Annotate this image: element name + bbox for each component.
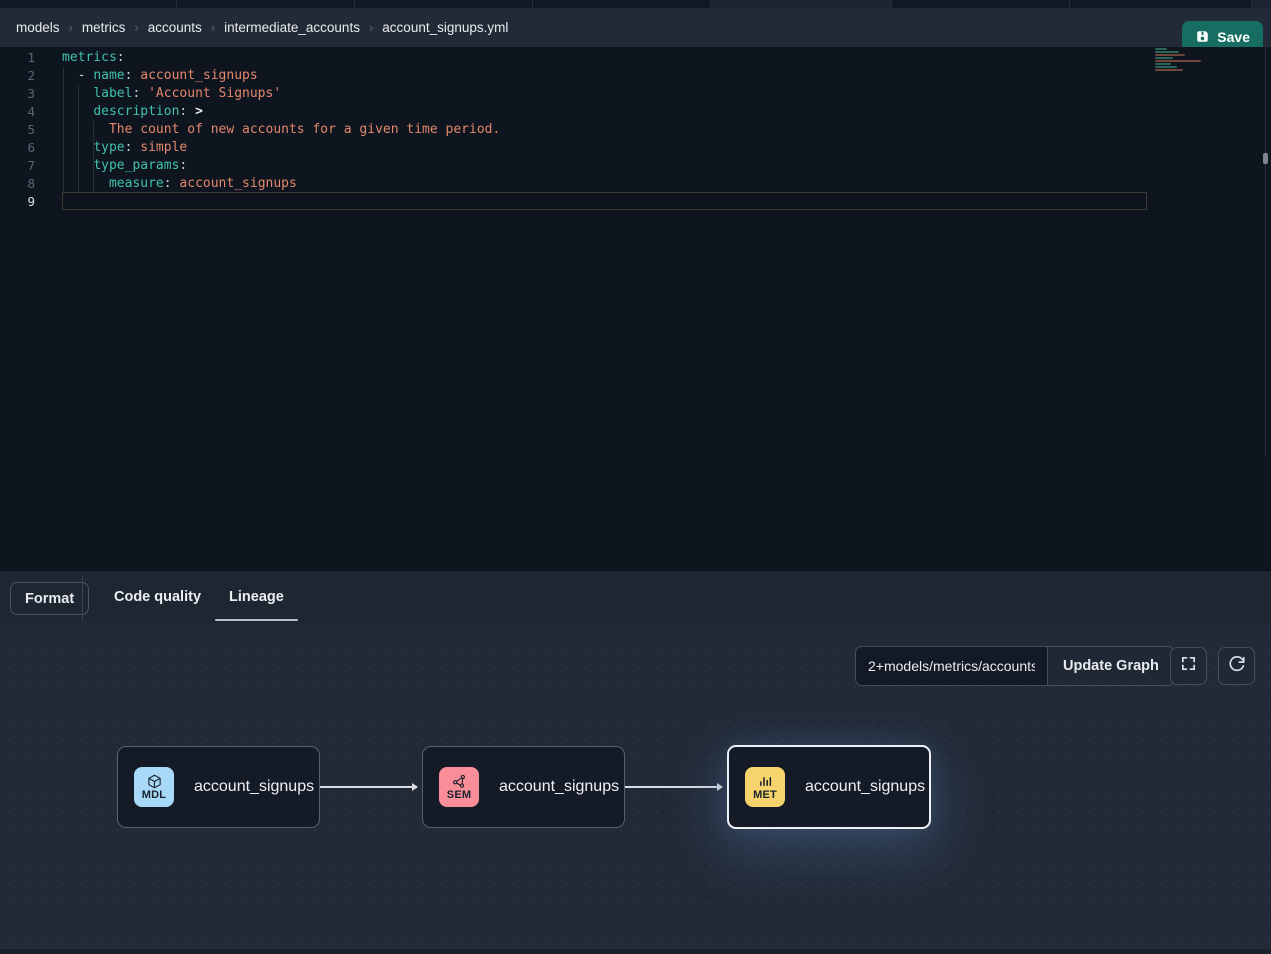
breadcrumb-item[interactable]: intermediate_accounts <box>224 20 360 35</box>
line-number: 6 <box>0 139 35 157</box>
line-number: 4 <box>0 103 35 121</box>
line-number: 3 <box>0 85 35 103</box>
breadcrumb-item[interactable]: accounts <box>148 20 202 35</box>
browser-tab <box>1252 0 1271 8</box>
node-label: account_signups <box>499 778 619 796</box>
code-text: The count of new accounts for a given ti… <box>35 121 500 139</box>
editor-scrollbar[interactable] <box>1265 47 1266 455</box>
code-line[interactable]: 4 description: > <box>0 103 1271 121</box>
format-button[interactable]: Format <box>10 582 89 615</box>
lineage-node-sem[interactable]: SEM account_signups <box>422 746 625 828</box>
browser-tab[interactable] <box>355 0 533 8</box>
browser-tab[interactable] <box>177 0 355 8</box>
save-icon <box>1195 29 1210 44</box>
breadcrumb-separator-icon: › <box>134 20 138 35</box>
line-number: 9 <box>0 193 35 211</box>
metric-chart-icon <box>758 774 773 789</box>
code-line[interactable]: 5 The count of new accounts for a given … <box>0 121 1271 139</box>
breadcrumb-separator-icon: › <box>211 20 215 35</box>
code-line[interactable]: 9 <box>0 193 1271 211</box>
minimap-line <box>1155 60 1201 62</box>
badge-label: SEM <box>447 790 471 801</box>
code-line[interactable]: 2 - name: account_signups <box>0 67 1271 85</box>
minimap-line <box>1155 51 1179 53</box>
code-line[interactable]: 7 type_params: <box>0 157 1271 175</box>
code-line[interactable]: 8 measure: account_signups <box>0 175 1271 193</box>
code-editor[interactable]: 1metrics:2 - name: account_signups3 labe… <box>0 47 1271 570</box>
refresh-icon <box>1228 655 1246 678</box>
minimap-line <box>1155 66 1177 68</box>
lineage-edge <box>625 786 722 788</box>
breadcrumb-item[interactable]: models <box>16 20 60 35</box>
minimap-line <box>1155 63 1171 65</box>
divider <box>82 576 83 621</box>
minimap-line <box>1155 57 1173 59</box>
lineage-node-mdl[interactable]: MDL account_signups <box>117 746 320 828</box>
code-line[interactable]: 3 label: 'Account Signups' <box>0 85 1271 103</box>
minimap-line <box>1155 48 1167 50</box>
lineage-node-met[interactable]: MET account_signups <box>727 745 931 829</box>
browser-tab-active[interactable] <box>711 0 892 8</box>
line-number: 8 <box>0 175 35 193</box>
breadcrumb-separator-icon: › <box>369 20 373 35</box>
code-text: - name: account_signups <box>35 67 258 85</box>
line-number: 7 <box>0 157 35 175</box>
editor-header: models › metrics › accounts › intermediate_acc… <box>0 8 1271 47</box>
node-label: account_signups <box>805 778 925 796</box>
code-lines: 1metrics:2 - name: account_signups3 labe… <box>0 49 1271 211</box>
browser-tab[interactable] <box>892 0 1070 8</box>
node-type-badge: MET <box>745 767 785 807</box>
breadcrumb-separator-icon: › <box>69 20 73 35</box>
code-text: measure: account_signups <box>35 175 297 193</box>
breadcrumb: models › metrics › accounts › intermediate_acc… <box>16 20 508 35</box>
node-label: account_signups <box>194 778 314 796</box>
minimap-line <box>1155 54 1185 56</box>
app-window: models › metrics › accounts › intermediate_acc… <box>0 0 1271 954</box>
code-text: label: 'Account Signups' <box>35 85 281 103</box>
badge-label: MET <box>753 790 777 801</box>
browser-tab[interactable] <box>1070 0 1252 8</box>
tab-lineage[interactable]: Lineage <box>215 571 298 622</box>
code-line[interactable]: 1metrics: <box>0 49 1271 67</box>
save-button-label: Save <box>1217 29 1250 45</box>
tab-code-quality[interactable]: Code quality <box>100 571 215 622</box>
lineage-controls: Update Graph <box>855 646 1175 686</box>
node-type-badge: SEM <box>439 767 479 807</box>
fullscreen-button[interactable] <box>1170 647 1207 685</box>
fullscreen-icon <box>1180 655 1197 677</box>
panel-tabs: Code qualityLineage <box>100 571 298 622</box>
scrollbar-thumb[interactable] <box>1263 153 1268 164</box>
code-text: type_params: <box>35 157 187 175</box>
code-text: description: > <box>35 103 203 121</box>
breadcrumb-item[interactable]: account_signups.yml <box>382 20 508 35</box>
lineage-edge <box>320 786 417 788</box>
model-cube-icon <box>147 774 162 789</box>
browser-tab-strip <box>0 0 1271 8</box>
minimap[interactable] <box>1155 48 1215 72</box>
line-number: 5 <box>0 121 35 139</box>
code-line[interactable]: 6 type: simple <box>0 139 1271 157</box>
line-number: 1 <box>0 49 35 67</box>
semantic-model-icon <box>452 774 467 789</box>
lineage-filter-input[interactable] <box>855 646 1047 686</box>
line-number: 2 <box>0 67 35 85</box>
node-type-badge: MDL <box>134 767 174 807</box>
browser-tab[interactable] <box>0 0 177 8</box>
refresh-button[interactable] <box>1218 647 1255 685</box>
badge-label: MDL <box>142 790 166 801</box>
browser-tab[interactable] <box>533 0 711 8</box>
code-text: metrics: <box>35 49 125 67</box>
breadcrumb-item[interactable]: metrics <box>82 20 126 35</box>
minimap-line <box>1155 69 1183 71</box>
bottom-panel: Format Code qualityLineage Update Graph <box>0 570 1271 954</box>
update-graph-button[interactable]: Update Graph <box>1047 646 1175 686</box>
code-text <box>35 193 62 211</box>
canvas-footer <box>0 949 1271 954</box>
code-text: type: simple <box>35 139 187 157</box>
